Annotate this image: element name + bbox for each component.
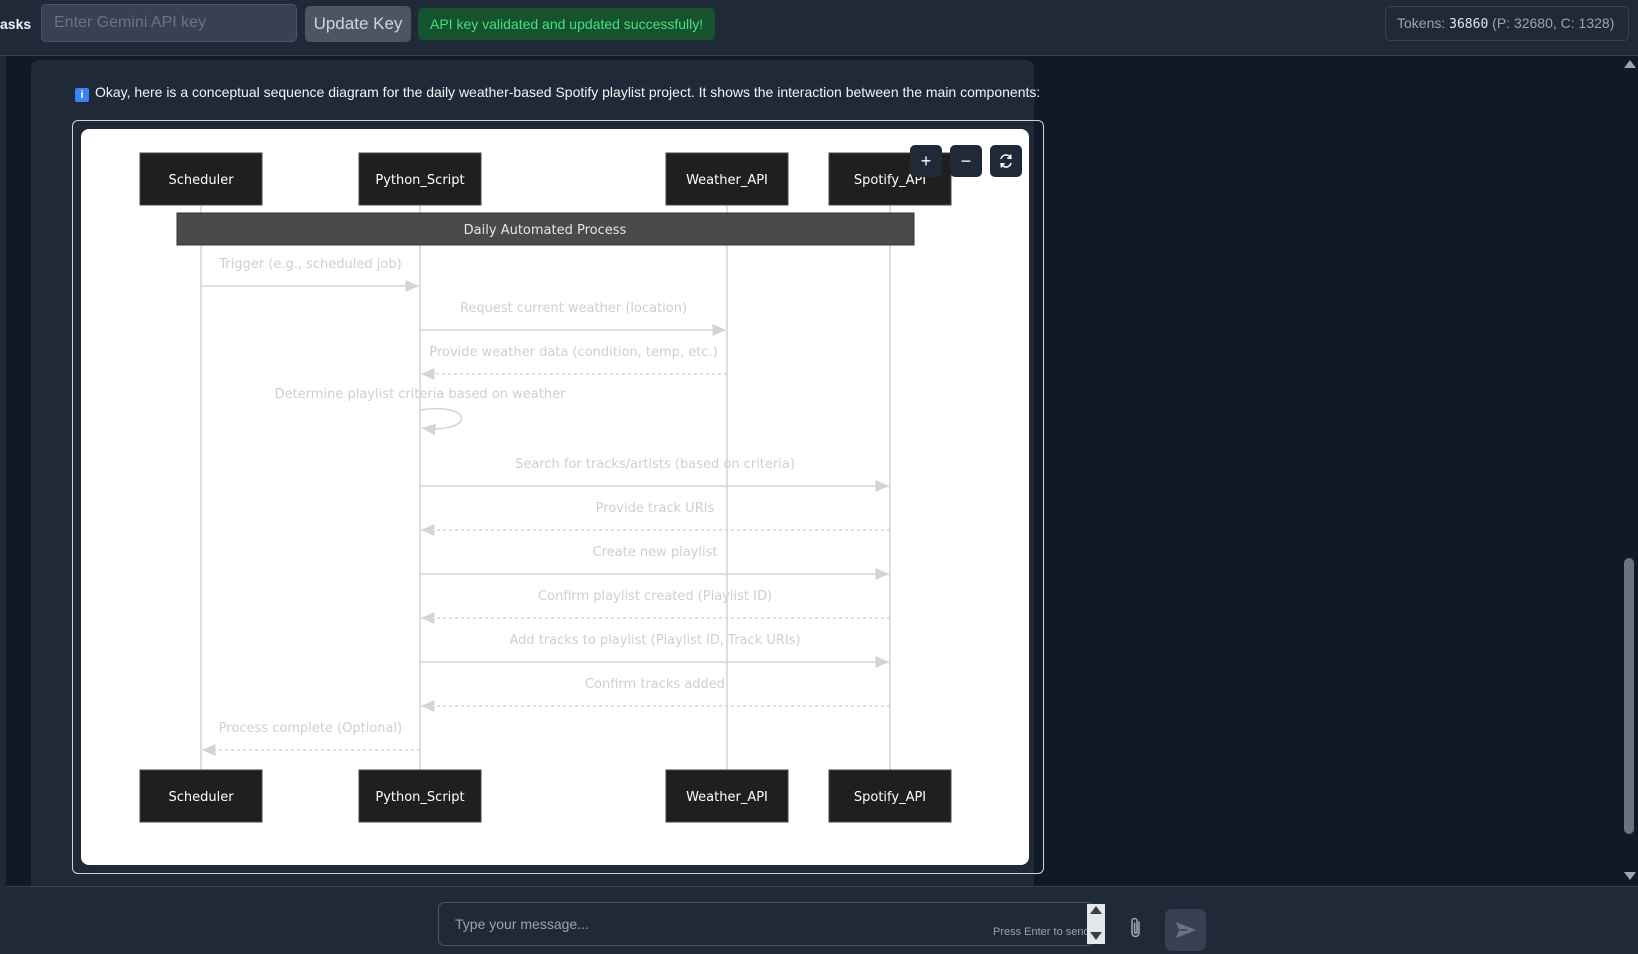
- tasks-label[interactable]: asks: [0, 16, 31, 32]
- message-label: Determine playlist criteria based on wea…: [275, 387, 566, 402]
- send-icon: [1176, 922, 1196, 938]
- message-text: i Okay, here is a conceptual sequence dia…: [75, 84, 1040, 102]
- scrollbar-thumb[interactable]: [1624, 558, 1634, 834]
- message-label: Add tracks to playlist (Playlist ID, Tra…: [509, 633, 800, 648]
- enter-hint: Press Enter to send: [993, 926, 1090, 938]
- message-input[interactable]: [438, 902, 1094, 946]
- send-button[interactable]: [1165, 909, 1206, 951]
- message-label: Request current weather (location): [460, 301, 687, 316]
- participant-label: Weather_API: [686, 790, 768, 805]
- tokens-label: Tokens:: [1397, 15, 1446, 31]
- update-key-button[interactable]: Update Key: [305, 6, 411, 42]
- token-counter: Tokens: 36860 (P: 32680, C: 1328): [1385, 6, 1629, 41]
- info-icon: i: [75, 88, 89, 102]
- sequence-diagram-svg: Scheduler Python_Script Weather_API Spotify…: [139, 152, 952, 823]
- chat-area: i Okay, here is a conceptual sequence dia…: [6, 56, 1620, 910]
- loop-label: Daily Automated Process: [464, 223, 627, 238]
- paperclip-icon: [1131, 917, 1140, 938]
- message-label: Provide weather data (condition, temp, e…: [429, 345, 717, 360]
- message-label: Process complete (Optional): [219, 721, 402, 736]
- message-label: Create new playlist: [593, 545, 718, 560]
- input-scroll-up-icon[interactable]: [1090, 906, 1102, 914]
- scroll-down-arrow-icon[interactable]: [1624, 872, 1636, 880]
- api-key-input[interactable]: [41, 4, 297, 42]
- status-message: API key validated and updated successful…: [418, 8, 716, 40]
- message-label: Confirm playlist created (Playlist ID): [538, 589, 772, 604]
- sequence-diagram: Scheduler Python_Script Weather_API Spotify…: [81, 129, 1029, 865]
- diagram-frame: Scheduler Python_Script Weather_API Spotify…: [72, 120, 1044, 874]
- reset-view-button[interactable]: [990, 145, 1022, 177]
- participant-label: Spotify_API: [854, 790, 926, 805]
- participant-label: Scheduler: [168, 173, 234, 188]
- message-label: Provide track URIs: [596, 501, 715, 516]
- input-scroll-down-icon[interactable]: [1090, 932, 1102, 940]
- tokens-total: 36860: [1449, 17, 1489, 32]
- scroll-up-arrow-icon[interactable]: [1624, 60, 1636, 68]
- top-bar: asks Update Key API key validated and up…: [0, 0, 1638, 56]
- attach-button[interactable]: [1126, 915, 1150, 945]
- zoom-in-button[interactable]: +: [910, 145, 942, 177]
- participant-label: Python_Script: [375, 173, 464, 188]
- zoom-out-button[interactable]: −: [950, 145, 982, 177]
- message-label: Trigger (e.g., scheduled job): [218, 257, 401, 272]
- message-label: Confirm tracks added: [585, 677, 725, 692]
- message-label: Search for tracks/artists (based on crit…: [515, 457, 795, 472]
- participant-label: Weather_API: [686, 173, 768, 188]
- participant-label: Python_Script: [375, 790, 464, 805]
- self-message-arrow: [419, 408, 463, 436]
- assistant-message: i Okay, here is a conceptual sequence dia…: [31, 60, 1044, 910]
- tokens-breakdown: (P: 32680, C: 1328): [1492, 15, 1615, 31]
- refresh-icon: [1000, 154, 1012, 168]
- message-body: Okay, here is a conceptual sequence diag…: [95, 84, 1041, 100]
- participant-label: Scheduler: [168, 790, 234, 805]
